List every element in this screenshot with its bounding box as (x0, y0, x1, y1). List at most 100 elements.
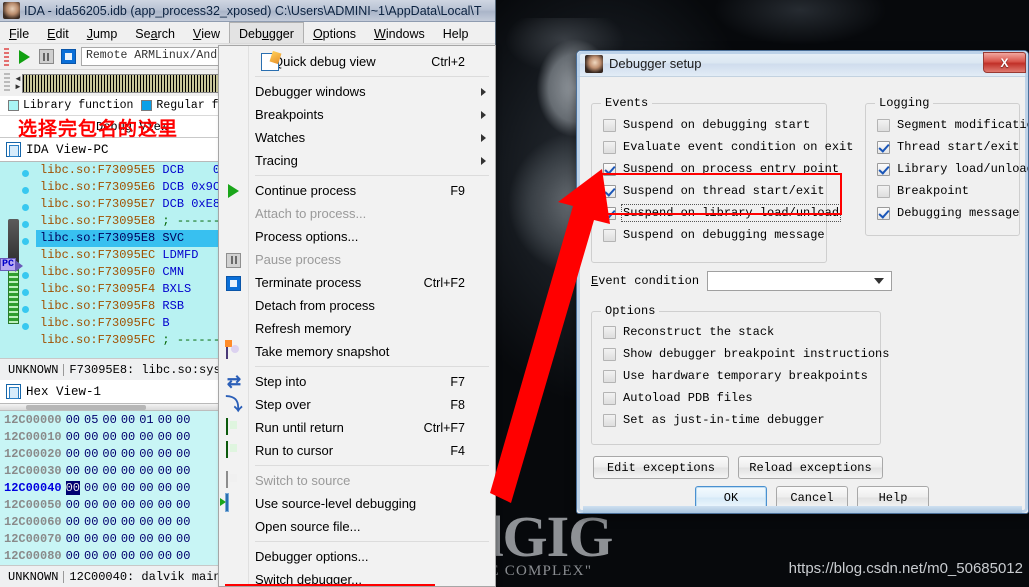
menu-item-label: Quick debug view (273, 54, 376, 69)
menu-item-label: Debugger options... (255, 549, 369, 564)
terminate-process-button[interactable] (59, 48, 77, 66)
checkbox-suspend-on-debugging-start[interactable]: Suspend on debugging start (603, 114, 826, 136)
menu-windows[interactable]: Windows (365, 22, 434, 43)
checkbox-label: Suspend on debugging start (623, 118, 811, 132)
menu-item-debugger-options[interactable]: Debugger options... (219, 545, 495, 568)
checkbox-autoload-pdb-files[interactable]: Autoload PDB files (603, 387, 880, 409)
checkbox-suspend-on-library-load-unload[interactable]: Suspend on library load/unload (603, 202, 842, 224)
checkbox-log-thread-start-exit[interactable]: Thread start/exit (877, 136, 1019, 158)
reload-exceptions-label: Reload exceptions (749, 460, 872, 475)
continue-process-button[interactable] (15, 48, 33, 66)
menu-debugger[interactable]: Deb u gger (229, 22, 304, 43)
hex-view-icon (6, 384, 21, 399)
menu-edit[interactable]: Edit (38, 22, 78, 43)
chinese-annotation: 选择完包名的这里 (18, 119, 179, 140)
play-icon (18, 49, 30, 64)
menu-item-continue-process[interactable]: Continue process F9 (219, 179, 495, 202)
checkbox-label: Evaluate event condition on exit (623, 140, 854, 154)
menu-item-quick-debug-view[interactable]: Quick debug view Ctrl+2 (219, 50, 495, 73)
checkbox-suspend-on-thread-start-exit[interactable]: Suspend on thread start/exit (603, 180, 826, 202)
menu-view[interactable]: View (184, 22, 229, 43)
checkbox-suspend-on-process-entry-point[interactable]: Suspend on process entry point (603, 158, 839, 180)
menu-item-debugger-windows[interactable]: Debugger windows (219, 80, 495, 103)
menu-bar: File Edit Jump Se a rch View Deb u gger Opti… (0, 22, 495, 44)
checkbox-reconstruct-the-stack[interactable]: Reconstruct the stack (603, 321, 880, 343)
chevron-right-icon (481, 87, 486, 96)
menu-item-label: Switch debugger... (255, 572, 362, 587)
menu-item-run-to-cursor[interactable]: Run to cursor F4 (219, 439, 495, 462)
menu-separator (255, 76, 489, 77)
breakpoint-dot (22, 204, 29, 211)
event-condition-combo[interactable] (707, 271, 893, 291)
edit-exceptions-label: Edit exceptions (606, 460, 716, 475)
events-group: Events Suspend on debugging start Evalua… (591, 96, 853, 263)
checkbox-icon (877, 162, 890, 176)
menu-item-accel: F7 (450, 374, 465, 389)
menu-item-process-options[interactable]: Process options... (219, 225, 495, 248)
breakpoint-dot (22, 272, 29, 279)
checkbox-icon (877, 206, 890, 220)
checkbox-log-segment-modifications[interactable]: Segment modifications (877, 114, 1028, 136)
checkbox-suspend-on-debugging-message[interactable]: Suspend on debugging message (603, 224, 826, 246)
checkbox-use-hardware-temporary-breakpoints[interactable]: Use hardware temporary breakpoints (603, 365, 880, 387)
checkbox-icon (877, 140, 890, 154)
edit-exceptions-button[interactable]: Edit exceptions (593, 456, 729, 479)
dialog-title: Debugger setup (609, 56, 702, 71)
menu-item-label: Take memory snapshot (255, 344, 390, 359)
event-condition-row: Event condition (591, 271, 893, 291)
checkbox-evaluate-event-condition-on-exit[interactable]: Evaluate event condition on exit (603, 136, 853, 158)
checkbox-log-debugging-message[interactable]: Debugging message (877, 202, 1019, 224)
breakpoint-dot (22, 323, 29, 330)
menu-options[interactable]: Options (304, 22, 365, 43)
reload-exceptions-button[interactable]: Reload exceptions (738, 456, 883, 479)
menu-item-accel: F9 (450, 183, 465, 198)
menu-item-label: Process options... (255, 229, 359, 244)
menu-item-label: Debugger windows (255, 84, 366, 99)
menu-item-open-source-file[interactable]: Open source file... (219, 515, 495, 538)
menu-item-switch-debugger[interactable]: Switch debugger... (219, 568, 495, 587)
checkbox-log-library-load-unload[interactable]: Library load/unload (877, 158, 1028, 180)
checkbox-log-breakpoint[interactable]: Breakpoint (877, 180, 1019, 202)
options-group-title: Options (601, 304, 660, 318)
menu-item-run-until-return[interactable]: Run until return Ctrl+F7 (219, 416, 495, 439)
close-icon[interactable]: X (983, 52, 1026, 73)
menu-jump[interactable]: Jump (78, 22, 127, 43)
checkbox-icon (603, 162, 616, 176)
menu-item-take-memory-snapshot[interactable]: Take memory snapshot (219, 340, 495, 363)
library-function-swatch (8, 100, 19, 111)
menu-separator (255, 175, 489, 176)
menu-item-refresh-memory[interactable]: Refresh memory (219, 317, 495, 340)
debugger-setup-dialog: Debugger setup X Events Suspend on debug… (576, 50, 1029, 514)
navband-grip[interactable] (4, 73, 10, 93)
checkbox-icon (877, 118, 890, 132)
menu-item-label: Terminate process (255, 275, 362, 290)
menu-search[interactable]: Se a rch (126, 22, 184, 43)
menu-item-terminate-process[interactable]: Terminate process Ctrl+F2 (219, 271, 495, 294)
menu-item-use-source-level-debugging[interactable]: Use source-level debugging (219, 492, 495, 515)
toolbar-grip[interactable] (4, 47, 9, 66)
menu-item-step-into[interactable]: ⇄ Step into F7 (219, 370, 495, 393)
breakpoint-dot (22, 289, 29, 296)
menu-item-tracing[interactable]: Tracing (219, 149, 495, 172)
menu-item-breakpoints[interactable]: Breakpoints (219, 103, 495, 126)
screen: ndGIG LONE COMPLEX" https://blog.csdn.ne… (0, 0, 1029, 587)
disassembly-status-left: UNKNOWN (8, 362, 59, 377)
menu-item-detach-from-process[interactable]: Detach from process (219, 294, 495, 317)
menu-item-label: Tracing (255, 153, 298, 168)
pause-process-button[interactable] (37, 48, 55, 66)
title-bar: IDA - ida56205.idb (app_process32_xposed… (0, 0, 495, 22)
menu-item-accel: Ctrl+F7 (423, 420, 465, 435)
menu-help[interactable]: Help (434, 22, 478, 43)
menu-item-accel: F8 (450, 397, 465, 412)
checkbox-label: Segment modifications (897, 118, 1028, 132)
step-into-icon: ⇄ (226, 371, 242, 391)
menu-file[interactable]: File (0, 22, 38, 43)
checkbox-set-as-just-in-time-debugger[interactable]: Set as just-in-time debugger (603, 409, 880, 431)
checkbox-label: Reconstruct the stack (623, 325, 775, 339)
menu-item-step-over[interactable]: ⤵ Step over F8 (219, 393, 495, 416)
checkbox-icon (603, 391, 616, 405)
checkbox-show-debugger-breakpoint-instructions[interactable]: Show debugger breakpoint instructions (603, 343, 889, 365)
checkbox-icon (603, 184, 616, 198)
menu-item-watches[interactable]: Watches (219, 126, 495, 149)
checkbox-label: Suspend on library load/unload (620, 204, 842, 222)
